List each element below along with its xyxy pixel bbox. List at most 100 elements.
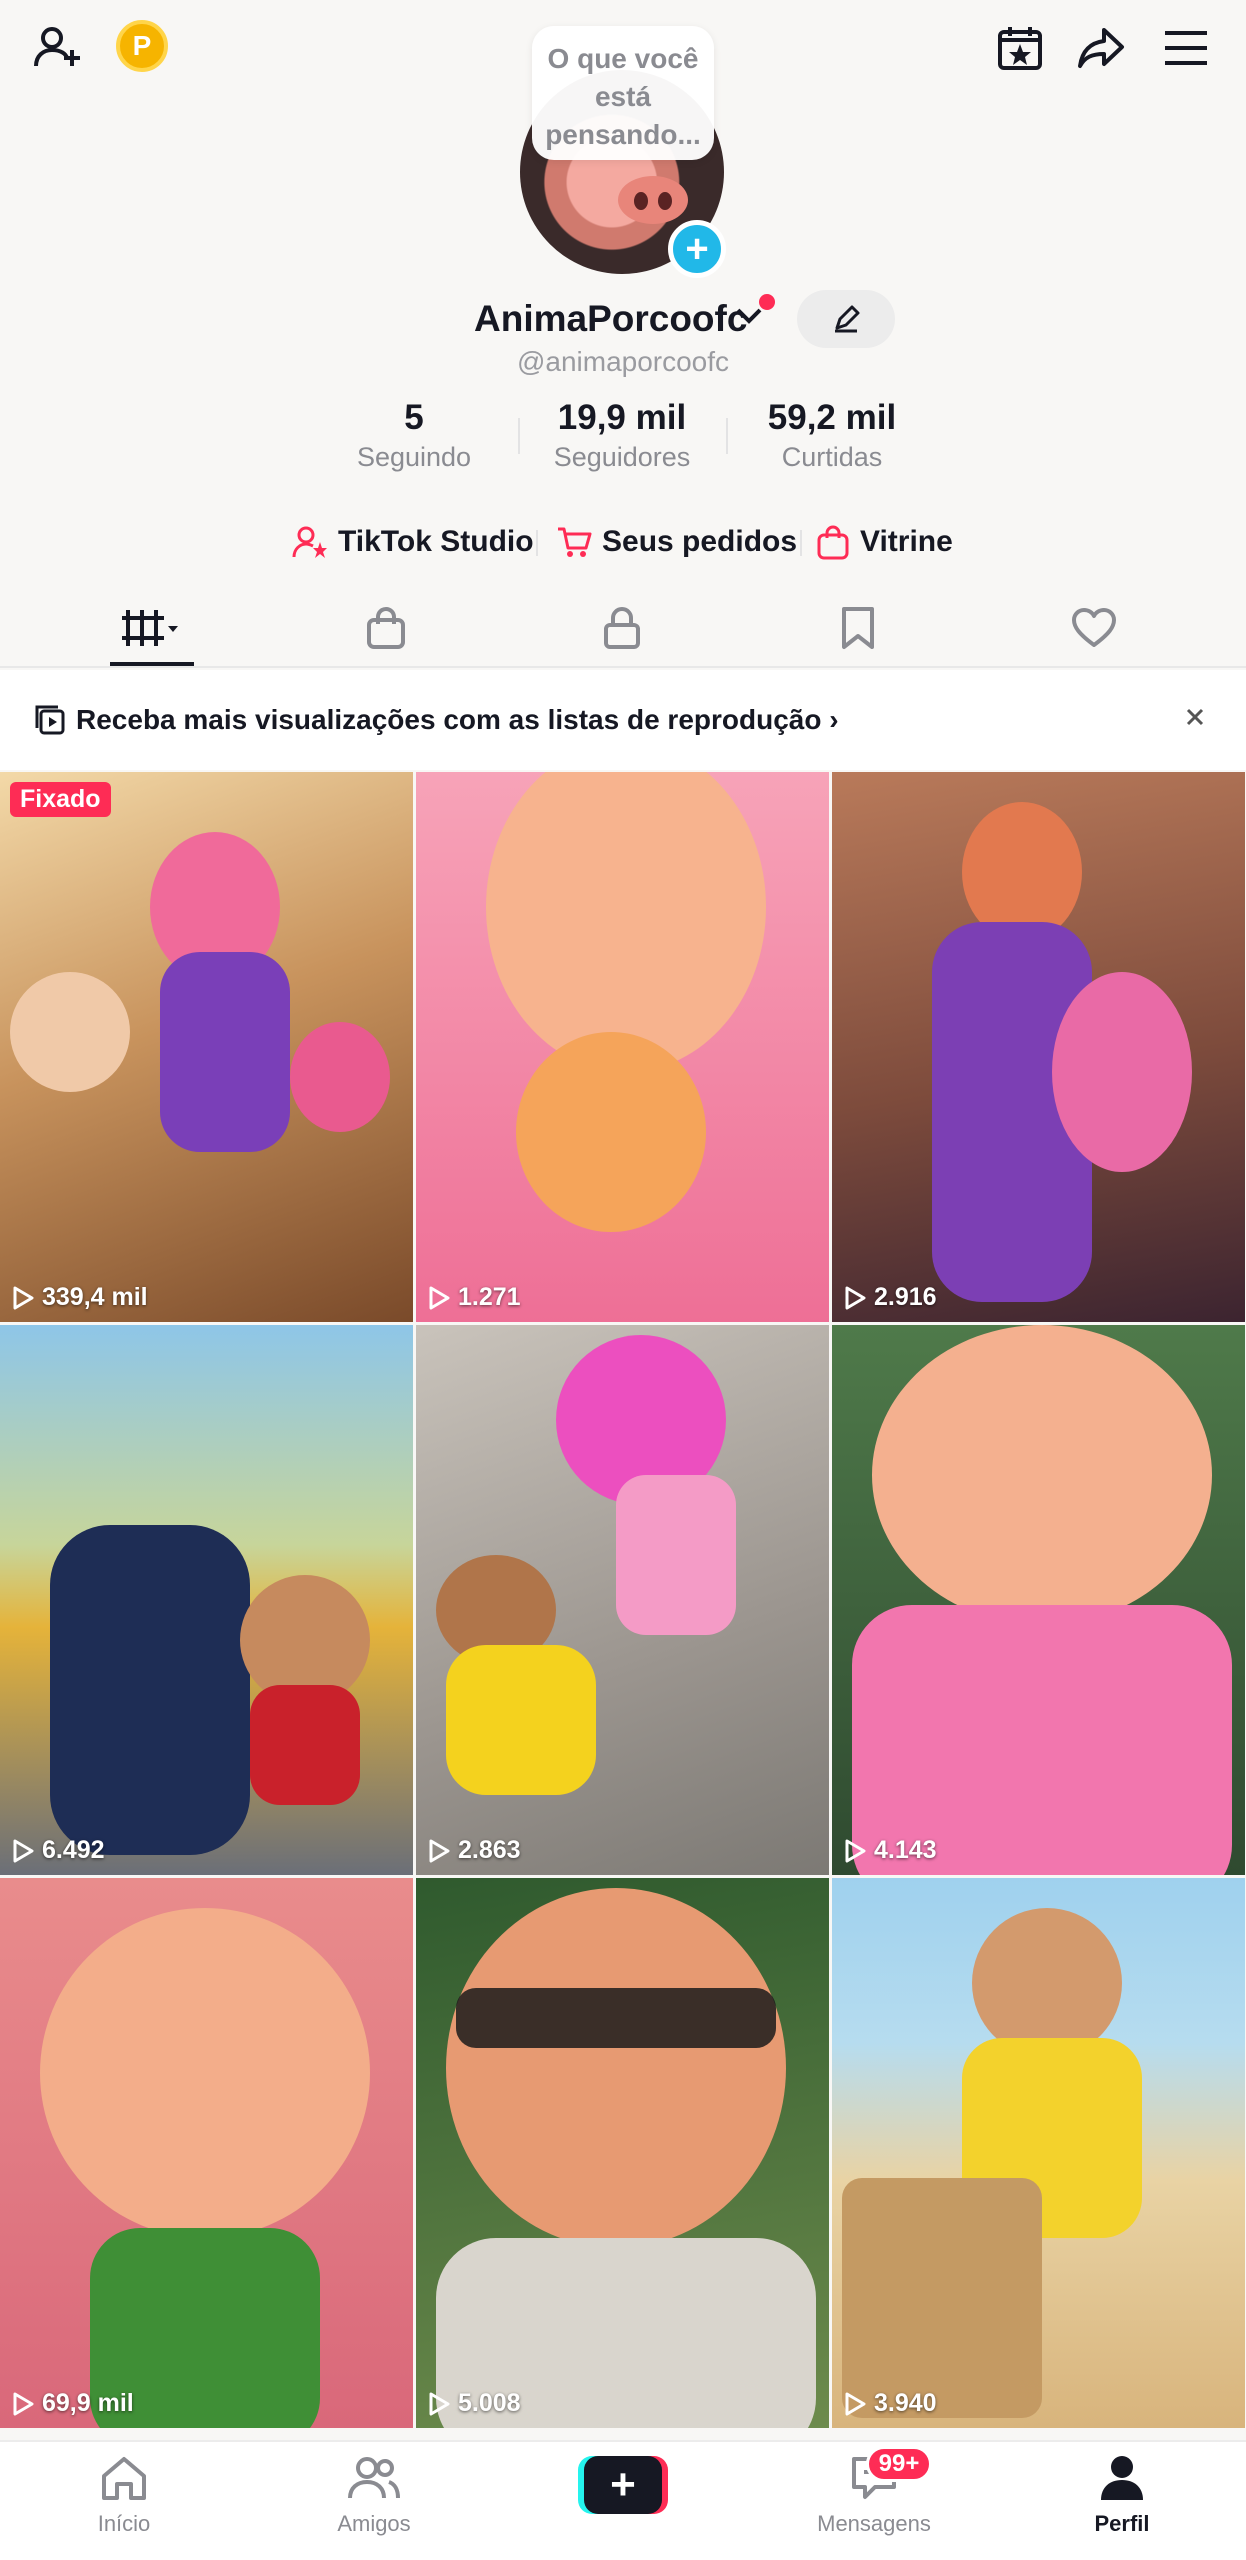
menu-icon[interactable] <box>1156 18 1216 78</box>
tiktok-studio-label: TikTok Studio <box>338 525 534 558</box>
stat-followers[interactable]: 19,9 mil Seguidores <box>522 398 722 473</box>
active-tab-indicator <box>110 662 194 666</box>
nav-messages-label: Mensagens <box>817 2511 931 2536</box>
stat-label: Seguindo <box>356 442 472 472</box>
view-count: 3.940 <box>844 2389 937 2418</box>
messages-badge: 99+ <box>866 2446 932 2482</box>
nav-friends-label: Amigos <box>337 2511 411 2536</box>
thumbnail-figure <box>842 2178 1042 2418</box>
video-thumbnail[interactable]: 3.940 <box>832 1878 1245 2428</box>
thumbnail-figure <box>10 972 130 1092</box>
video-thumbnail[interactable]: 2.863 <box>416 1325 829 1875</box>
thought-bubble[interactable]: O que você está pensando... <box>532 26 714 160</box>
play-icon <box>13 2392 34 2415</box>
add-story-button[interactable]: + <box>668 220 726 278</box>
plus-icon: + <box>584 2456 662 2514</box>
username[interactable]: AnimaPorcoofc <box>474 298 747 340</box>
heart-icon <box>1072 608 1116 647</box>
coin-icon[interactable]: P <box>116 20 168 72</box>
video-thumbnail[interactable]: 2.916 <box>832 772 1245 1322</box>
view-count-value: 6.492 <box>42 1836 105 1864</box>
view-count: 339,4 mil <box>12 1283 148 1312</box>
nav-home-label: Início <box>97 2511 151 2536</box>
view-count: 2.863 <box>428 1836 521 1865</box>
friends-icon <box>348 2457 400 2499</box>
stat-divider <box>726 418 728 454</box>
video-thumbnail[interactable]: 6.492 <box>0 1325 413 1875</box>
stat-value: 5 <box>404 398 424 437</box>
playlist-banner-text[interactable]: Receba mais visualizações com as listas … <box>76 704 839 736</box>
tab-private[interactable] <box>562 590 682 666</box>
thumbnail-figure <box>486 772 766 1072</box>
video-thumbnail[interactable]: 4.143 <box>832 1325 1245 1875</box>
play-icon <box>429 2392 450 2415</box>
close-icon[interactable] <box>1178 700 1212 739</box>
stats-row: 5 Seguindo 19,9 mil Seguidores 59,2 mil … <box>0 398 1246 478</box>
playlist-icon <box>35 705 65 735</box>
profile-icon <box>1101 2456 1143 2500</box>
stat-label: Curtidas <box>781 442 883 472</box>
share-icon[interactable] <box>1072 18 1132 78</box>
cart-icon <box>558 527 592 557</box>
link-divider <box>800 530 802 556</box>
stat-divider <box>518 418 520 454</box>
calendar-star-icon[interactable] <box>990 18 1050 78</box>
playlist-banner[interactable]: Receba mais visualizações com as listas … <box>0 670 1246 770</box>
quick-links: TikTok Studio Seus pedidos Vitrine <box>0 518 1246 566</box>
tab-liked[interactable] <box>1034 590 1154 666</box>
play-icon <box>429 1839 450 1862</box>
view-count-value: 69,9 mil <box>42 2389 134 2417</box>
thumbnail-figure <box>962 802 1082 942</box>
play-icon <box>13 1286 34 1309</box>
video-thumbnail[interactable]: Fixado 339,4 mil <box>0 772 413 1322</box>
video-thumbnail[interactable]: 5.008 <box>416 1878 829 2428</box>
orders-label: Seus pedidos <box>602 525 798 558</box>
view-count: 2.916 <box>844 1283 937 1312</box>
tab-saved[interactable] <box>798 590 918 666</box>
showcase-link[interactable]: Vitrine <box>816 518 953 566</box>
profile-tabs <box>0 590 1246 668</box>
view-count-value: 3.940 <box>874 2389 937 2417</box>
pinned-badge: Fixado <box>10 782 111 817</box>
tab-videos[interactable] <box>92 590 212 666</box>
view-count: 6.492 <box>12 1836 105 1865</box>
bookmark-icon <box>842 607 874 649</box>
stat-label: Seguidores <box>553 442 691 472</box>
nav-friends[interactable]: Amigos <box>284 2454 464 2537</box>
lock-icon <box>604 607 640 649</box>
view-count-value: 339,4 mil <box>42 1283 148 1311</box>
thumbnail-figure <box>290 1022 390 1132</box>
play-icon <box>845 2392 866 2415</box>
nav-profile-label: Perfil <box>1094 2511 1150 2536</box>
nav-profile[interactable]: Perfil <box>1032 2454 1212 2537</box>
video-thumbnail[interactable]: 1.271 <box>416 772 829 1322</box>
tiktok-studio-link[interactable]: TikTok Studio <box>292 518 534 566</box>
nav-home[interactable]: Início <box>34 2454 214 2537</box>
add-friend-icon[interactable] <box>28 18 88 78</box>
tab-shop[interactable] <box>326 590 446 666</box>
stat-following[interactable]: 5 Seguindo <box>314 398 514 473</box>
view-count: 4.143 <box>844 1836 937 1865</box>
view-count-value: 2.916 <box>874 1283 937 1311</box>
bottom-nav: Início Amigos + Mensagens Perfil <box>0 2440 1246 2560</box>
thumbnail-figure <box>50 1525 250 1855</box>
bag-icon <box>817 525 849 560</box>
notification-dot <box>759 294 775 310</box>
view-count: 5.008 <box>428 2389 521 2418</box>
play-icon <box>845 1286 866 1309</box>
view-count-value: 2.863 <box>458 1836 521 1864</box>
thumbnail-figure <box>852 1605 1232 1875</box>
showcase-label: Vitrine <box>860 525 953 558</box>
stat-likes[interactable]: 59,2 mil Curtidas <box>732 398 932 473</box>
edit-profile-button[interactable] <box>797 290 895 348</box>
orders-link[interactable]: Seus pedidos <box>556 518 797 566</box>
thumbnail-figure <box>40 1908 370 2238</box>
home-icon <box>102 2457 146 2500</box>
shop-bag-icon <box>367 607 405 649</box>
thumbnail-figure <box>250 1685 360 1805</box>
create-button[interactable]: + <box>578 2456 668 2514</box>
play-icon <box>13 1839 34 1862</box>
video-thumbnail[interactable]: 69,9 mil <box>0 1878 413 2428</box>
thumbnail-figure <box>160 952 290 1152</box>
play-icon <box>429 1286 450 1309</box>
